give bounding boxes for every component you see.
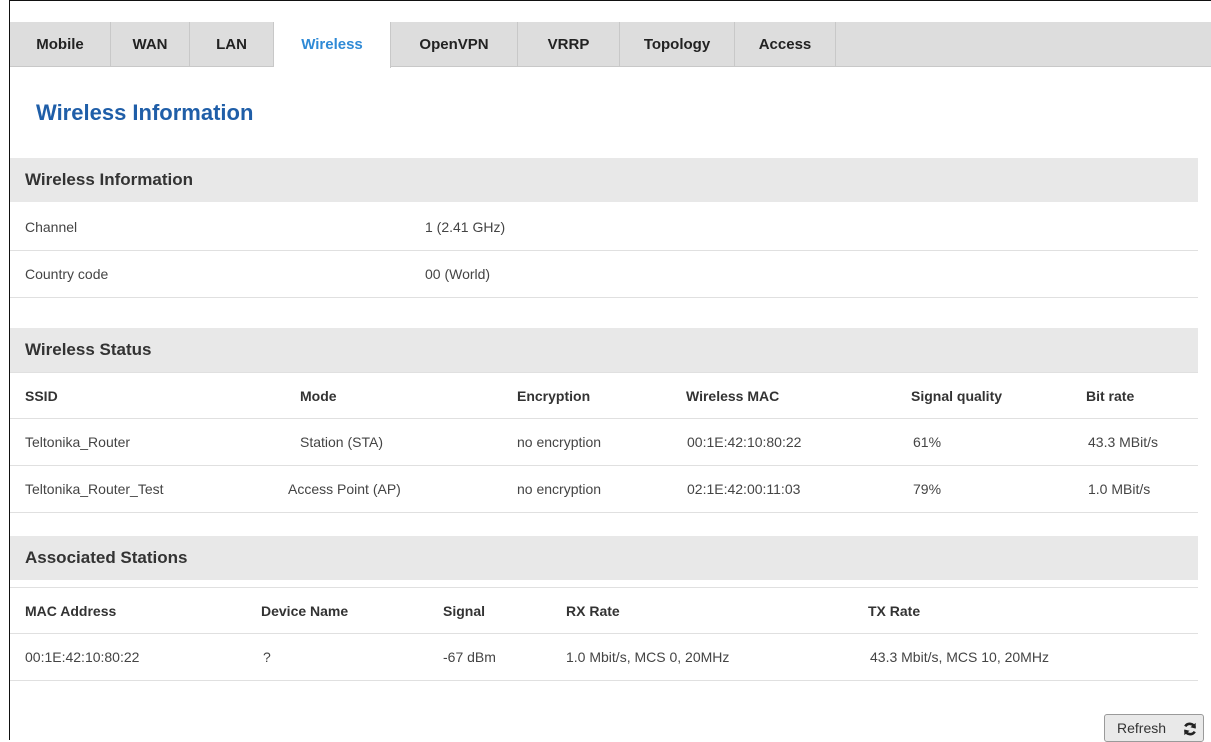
col-rx-rate: RX Rate xyxy=(566,603,620,619)
tab-mobile[interactable]: Mobile xyxy=(10,22,111,67)
col-ssid: SSID xyxy=(25,388,58,404)
tab-vrrp[interactable]: VRRP xyxy=(518,22,620,67)
refresh-label: Refresh xyxy=(1117,720,1167,736)
wireless-status-header: Wireless Status xyxy=(10,328,1198,372)
ssid-cell: Teltonika_Router_Test xyxy=(25,481,164,497)
tx-rate-cell: 43.3 Mbit/s, MCS 10, 20MHz xyxy=(870,649,1049,665)
table-row: Teltonika_Router_Test Access Point (AP) … xyxy=(10,466,1198,513)
refresh-icon xyxy=(1183,722,1197,736)
col-signal: Signal xyxy=(443,603,486,619)
tab-bar: Mobile WAN LAN Wireless OpenVPN VRRP Top… xyxy=(10,22,1211,68)
col-device-name: Device Name xyxy=(261,603,349,619)
refresh-button[interactable]: Refresh xyxy=(1104,714,1204,742)
country-code-row: Country code 00 (World) xyxy=(10,251,1198,298)
rx-rate-cell: 1.0 Mbit/s, MCS 0, 20MHz xyxy=(566,649,730,665)
channel-row: Channel 1 (2.41 GHz) xyxy=(10,204,1198,251)
device-name-cell: ? xyxy=(263,649,271,665)
tab-topology[interactable]: Topology xyxy=(620,22,735,67)
associated-stations-header: Associated Stations xyxy=(10,536,1198,580)
bit-rate-cell: 43.3 MBit/s xyxy=(1088,434,1159,450)
mac-cell: 02:1E:42:00:11:03 xyxy=(687,481,801,497)
wireless-information-header: Wireless Information xyxy=(10,158,1198,202)
col-tx-rate: TX Rate xyxy=(868,603,921,619)
channel-value: 1 (2.41 GHz) xyxy=(425,219,506,235)
country-code-value: 00 (World) xyxy=(425,266,491,282)
col-signal-quality: Signal quality xyxy=(911,388,1003,404)
mac-address-cell: 00:1E:42:10:80:22 xyxy=(25,649,140,665)
mode-cell: Access Point (AP) xyxy=(288,481,401,497)
table-row: 00:1E:42:10:80:22 ? -67 dBm 1.0 Mbit/s, … xyxy=(10,634,1198,681)
signal-cell: -67 dBm xyxy=(443,649,496,665)
col-mac-address: MAC Address xyxy=(25,603,117,619)
encryption-cell: no encryption xyxy=(517,481,602,497)
bit-rate-cell: 1.0 MBit/s xyxy=(1088,481,1151,497)
country-code-label: Country code xyxy=(25,266,109,282)
col-mode: Mode xyxy=(300,388,337,404)
col-wireless-mac: Wireless MAC xyxy=(686,388,780,404)
tab-lan[interactable]: LAN xyxy=(190,22,274,67)
encryption-cell: no encryption xyxy=(517,434,602,450)
stations-table-header: MAC Address Device Name Signal RX Rate T… xyxy=(10,587,1198,634)
tab-wireless[interactable]: Wireless xyxy=(274,22,391,68)
ssid-cell: Teltonika_Router xyxy=(25,434,131,450)
mac-cell: 00:1E:42:10:80:22 xyxy=(687,434,802,450)
col-encryption: Encryption xyxy=(517,388,591,404)
mode-cell: Station (STA) xyxy=(300,434,383,450)
tab-openvpn[interactable]: OpenVPN xyxy=(391,22,518,67)
signal-quality-cell: 79% xyxy=(913,481,942,497)
table-row: Teltonika_Router Station (STA) no encryp… xyxy=(10,419,1198,466)
col-bit-rate: Bit rate xyxy=(1086,388,1135,404)
tab-wan[interactable]: WAN xyxy=(111,22,190,67)
wireless-status-table-header: SSID Mode Encryption Wireless MAC Signal… xyxy=(10,372,1198,419)
signal-quality-cell: 61% xyxy=(913,434,942,450)
page-title: Wireless Information xyxy=(36,100,254,125)
channel-label: Channel xyxy=(25,219,78,235)
tab-access[interactable]: Access xyxy=(735,22,836,67)
